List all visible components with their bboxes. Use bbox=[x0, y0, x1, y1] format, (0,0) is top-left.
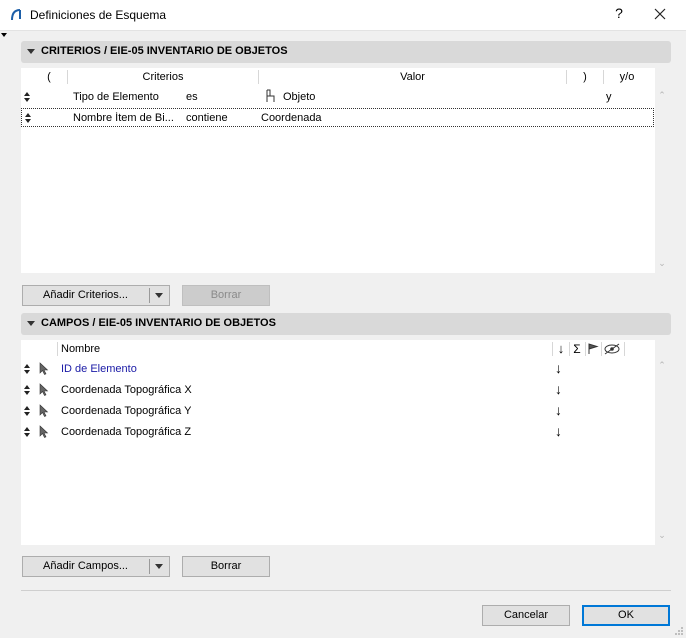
criterion-name: Nombre Ítem de Bi... bbox=[73, 112, 174, 124]
col-value[interactable]: Valor bbox=[259, 68, 566, 86]
criterion-and-or[interactable]: y bbox=[606, 91, 612, 103]
close-icon[interactable] bbox=[652, 6, 668, 22]
collapse-triangle-icon[interactable] bbox=[27, 49, 35, 54]
sort-down-icon[interactable]: ↓ bbox=[555, 402, 562, 418]
window-title: Definiciones de Esquema bbox=[30, 8, 167, 22]
sort-column-icon[interactable]: ↓ bbox=[554, 340, 568, 358]
scroll-down-icon[interactable]: ⌄ bbox=[657, 258, 667, 268]
title-bar: Definiciones de Esquema ? bbox=[0, 0, 686, 31]
list-item[interactable]: Coordenada Topográfica Z ↓ bbox=[21, 422, 655, 442]
help-button[interactable]: ? bbox=[611, 5, 627, 21]
column-divider bbox=[57, 342, 58, 356]
col-criteria[interactable]: Criterios bbox=[68, 68, 258, 86]
pointer-icon bbox=[39, 383, 49, 396]
table-row[interactable]: Tipo de Elemento es Objeto y bbox=[21, 87, 655, 107]
criteria-section-header[interactable]: CRITERIOS / EIE-05 INVENTARIO DE OBJETOS bbox=[21, 41, 671, 63]
add-fields-button[interactable]: Añadir Campos... bbox=[23, 557, 148, 576]
list-item[interactable]: ID de Elemento ↓ bbox=[21, 359, 655, 379]
field-name: Coordenada Topográfica Z bbox=[61, 426, 192, 438]
collapse-triangle-icon[interactable] bbox=[27, 321, 35, 326]
add-criteria-button[interactable]: Añadir Criterios... bbox=[23, 286, 148, 305]
criteria-section-title: CRITERIOS / EIE-05 INVENTARIO DE OBJETOS bbox=[41, 45, 288, 57]
flag-icon[interactable] bbox=[587, 343, 599, 355]
reorder-handle-icon[interactable] bbox=[23, 92, 31, 102]
column-divider bbox=[552, 342, 553, 356]
fields-section-title: CAMPOS / EIE-05 INVENTARIO DE OBJETOS bbox=[41, 317, 276, 329]
hidden-eye-icon[interactable] bbox=[603, 343, 621, 355]
col-close-paren[interactable]: ) bbox=[567, 68, 603, 86]
sort-down-icon[interactable]: ↓ bbox=[555, 381, 562, 397]
sum-column-icon[interactable]: Σ bbox=[570, 340, 584, 358]
add-fields-split-button[interactable]: Añadir Campos... bbox=[22, 556, 170, 577]
column-divider bbox=[624, 342, 625, 356]
col-open-paren[interactable]: ( bbox=[41, 68, 57, 86]
fields-table: Nombre ↓ Σ ID de Elemento ↓ Coordenada T… bbox=[21, 340, 666, 545]
archicad-app-icon bbox=[11, 9, 21, 21]
scroll-up-icon[interactable]: ⌃ bbox=[657, 90, 667, 100]
chair-icon bbox=[266, 89, 275, 102]
criteria-table: ( Criterios Valor ) y/o Tipo de Elemento… bbox=[21, 68, 666, 273]
criterion-operator[interactable]: contiene bbox=[186, 112, 228, 124]
col-and-or[interactable]: y/o bbox=[604, 68, 650, 86]
scroll-down-icon[interactable]: ⌄ bbox=[657, 530, 667, 540]
field-name: Coordenada Topográfica Y bbox=[61, 405, 192, 417]
field-name: ID de Elemento bbox=[61, 363, 137, 375]
add-criteria-split-button[interactable]: Añadir Criterios... bbox=[22, 285, 170, 306]
dropdown-arrow-icon[interactable] bbox=[150, 286, 170, 305]
pointer-icon bbox=[39, 425, 49, 438]
sort-down-icon[interactable]: ↓ bbox=[555, 360, 562, 376]
scroll-up-icon[interactable]: ⌃ bbox=[657, 360, 667, 370]
dropdown-arrow-icon[interactable] bbox=[150, 557, 170, 576]
delete-fields-button[interactable]: Borrar bbox=[182, 556, 270, 577]
criterion-name: Tipo de Elemento bbox=[73, 91, 159, 103]
fields-section-header[interactable]: CAMPOS / EIE-05 INVENTARIO DE OBJETOS bbox=[21, 313, 671, 335]
reorder-handle-icon[interactable] bbox=[23, 364, 31, 374]
table-row-selected[interactable]: Nombre Ítem de Bi... contiene Coordenada bbox=[21, 108, 654, 127]
pointer-icon bbox=[39, 404, 49, 417]
criterion-value[interactable]: Objeto bbox=[283, 91, 315, 103]
col-name[interactable]: Nombre bbox=[61, 340, 161, 358]
footer-divider bbox=[21, 590, 671, 591]
list-item[interactable]: Coordenada Topográfica Y ↓ bbox=[21, 401, 655, 421]
column-divider bbox=[601, 342, 602, 356]
resize-grip-icon[interactable] bbox=[674, 626, 684, 636]
ok-button[interactable]: OK bbox=[582, 605, 670, 626]
criterion-value[interactable]: Coordenada bbox=[261, 112, 322, 124]
list-item[interactable]: Coordenada Topográfica X ↓ bbox=[21, 380, 655, 400]
reorder-handle-icon[interactable] bbox=[23, 385, 31, 395]
reorder-handle-icon[interactable] bbox=[23, 427, 31, 437]
column-divider bbox=[585, 342, 586, 356]
reorder-handle-icon[interactable] bbox=[24, 113, 32, 123]
cancel-button[interactable]: Cancelar bbox=[482, 605, 570, 626]
reorder-handle-icon[interactable] bbox=[23, 406, 31, 416]
sort-down-icon[interactable]: ↓ bbox=[555, 423, 562, 439]
corner-marker-icon bbox=[1, 33, 7, 37]
pointer-icon bbox=[39, 362, 49, 375]
field-name: Coordenada Topográfica X bbox=[61, 384, 192, 396]
delete-criteria-button[interactable]: Borrar bbox=[182, 285, 270, 306]
criterion-operator[interactable]: es bbox=[186, 91, 198, 103]
